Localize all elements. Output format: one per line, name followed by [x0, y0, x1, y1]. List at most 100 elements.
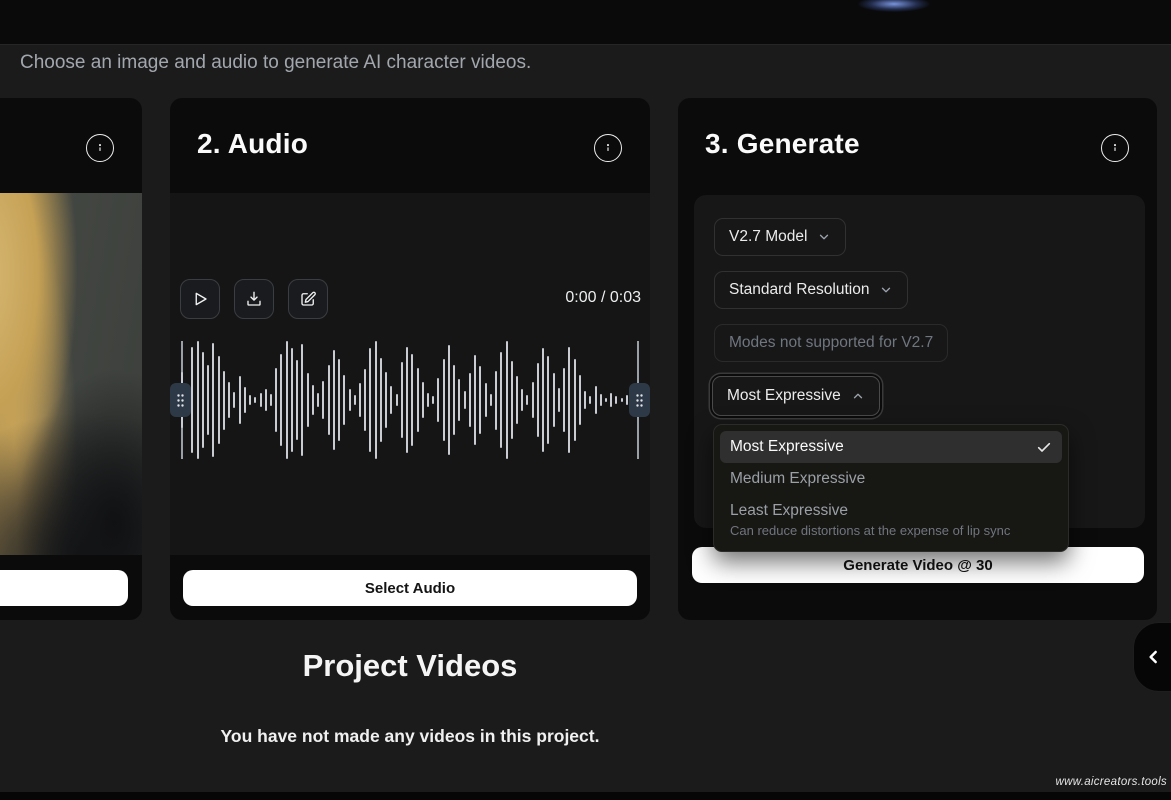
waveform-bar [212, 343, 214, 457]
waveform-bar [526, 395, 528, 404]
check-icon [1036, 439, 1052, 455]
edit-icon [299, 290, 317, 308]
waveform-bar [296, 360, 298, 440]
trim-start-handle[interactable] [170, 383, 191, 417]
waveform-bar [380, 358, 382, 443]
modes-select-disabled: Modes not supported for V2.7 [714, 324, 948, 362]
waveform-bar [547, 356, 549, 443]
waveform-bar [553, 373, 555, 427]
trim-end-handle[interactable] [629, 383, 650, 417]
waveform-bar [333, 350, 335, 449]
waveform-bar [495, 371, 497, 430]
expressiveness-select-value: Most Expressive [727, 387, 841, 405]
select-audio-button[interactable]: Select Audio [183, 570, 637, 606]
expressiveness-select[interactable]: Most Expressive [712, 376, 880, 416]
waveform-bar [464, 391, 466, 410]
info-icon[interactable] [594, 134, 622, 162]
waveform-bar [191, 347, 193, 453]
waveform-bar [427, 393, 429, 407]
waveform-bar [417, 368, 419, 433]
waveform-bar [244, 387, 246, 413]
waveform-bar [610, 393, 612, 407]
waveform-bar [218, 356, 220, 443]
waveform-bar [563, 368, 565, 433]
waveform-bar [532, 382, 534, 417]
waveform-bar [223, 371, 225, 430]
dropdown-option[interactable]: Least ExpressiveCan reduce distortions a… [720, 495, 1062, 545]
waveform-bar [390, 386, 392, 414]
chevron-left-icon [1144, 647, 1164, 667]
chevron-down-icon [879, 283, 893, 297]
waveform-bar [600, 394, 602, 406]
generate-card: 3. Generate V2.7 Model Standard Resoluti… [678, 98, 1157, 620]
info-icon[interactable] [86, 134, 114, 162]
waveform-bar [511, 361, 513, 439]
audio-card-title: 2. Audio [197, 128, 308, 160]
waveform-bar [568, 347, 570, 453]
waveform-bar [317, 393, 319, 407]
info-icon[interactable] [1101, 134, 1129, 162]
waveform-bar [286, 341, 288, 459]
waveform-bar [626, 395, 628, 404]
waveform-bar [265, 389, 267, 410]
dropdown-option[interactable]: Medium Expressive [720, 463, 1062, 495]
bottom-strip [0, 792, 1171, 800]
waveform-bar [485, 383, 487, 416]
play-button[interactable] [180, 279, 220, 319]
download-icon [245, 290, 263, 308]
waveform-bar [537, 363, 539, 436]
logo-glow [858, 0, 930, 12]
audio-card-header: 2. Audio [170, 98, 650, 193]
chevron-down-icon [817, 230, 831, 244]
waveform-bar [369, 348, 371, 452]
waveform-bar [621, 398, 623, 403]
waveform-bar [432, 396, 434, 403]
resolution-select[interactable]: Standard Resolution [714, 271, 908, 309]
project-videos-empty-message: You have not made any videos in this pro… [0, 726, 820, 747]
edit-button[interactable] [288, 279, 328, 319]
waveform-bar [375, 341, 377, 459]
waveform[interactable] [181, 339, 639, 461]
sidebar-collapse-button[interactable] [1133, 622, 1171, 692]
waveform-bar [197, 341, 199, 459]
waveform-bar [202, 352, 204, 449]
audio-controls [180, 279, 328, 319]
select-image-button[interactable] [0, 570, 128, 606]
waveform-bar [291, 348, 293, 452]
waveform-bar [443, 359, 445, 442]
waveform-bar [385, 372, 387, 429]
waveform-bar [280, 354, 282, 446]
waveform-bar [249, 395, 251, 404]
waveform-bar [589, 396, 591, 403]
waveform-bar [516, 376, 518, 423]
page-hint: Choose an image and audio to generate AI… [20, 52, 531, 74]
waveform-bar [474, 355, 476, 445]
waveform-bar [260, 393, 262, 407]
waveform-bar [458, 379, 460, 421]
waveform-bar [479, 366, 481, 434]
waveform-bar [349, 389, 351, 410]
model-select[interactable]: V2.7 Model [714, 218, 846, 256]
waveform-bar [270, 394, 272, 406]
character-image[interactable] [0, 193, 142, 555]
dropdown-option-description: Can reduce distortions at the expense of… [730, 523, 1052, 538]
waveform-bar [307, 373, 309, 426]
dropdown-option[interactable]: Most Expressive [720, 431, 1062, 463]
waveform-bar [595, 386, 597, 414]
waveform-bar [364, 369, 366, 430]
waveform-bar [207, 365, 209, 436]
expressiveness-dropdown-menu: Most Expressive Medium Expressive Least Ex… [713, 424, 1069, 552]
audio-time: 0:00 / 0:03 [565, 289, 641, 307]
generate-video-button[interactable]: Generate Video @ 30 [692, 547, 1144, 583]
waveform-bar [422, 382, 424, 417]
model-select-value: V2.7 Model [729, 228, 807, 246]
waveform-bar [411, 354, 413, 446]
waveform-bar [453, 365, 455, 436]
watermark: www.aicreators.tools [1056, 776, 1167, 788]
grip-dots-icon [635, 393, 644, 408]
waveform-bar [437, 378, 439, 423]
dropdown-option-label: Medium Expressive [730, 470, 1052, 488]
audio-card-footer: Select Audio [170, 555, 650, 620]
waveform-bar [254, 397, 256, 403]
download-button[interactable] [234, 279, 274, 319]
